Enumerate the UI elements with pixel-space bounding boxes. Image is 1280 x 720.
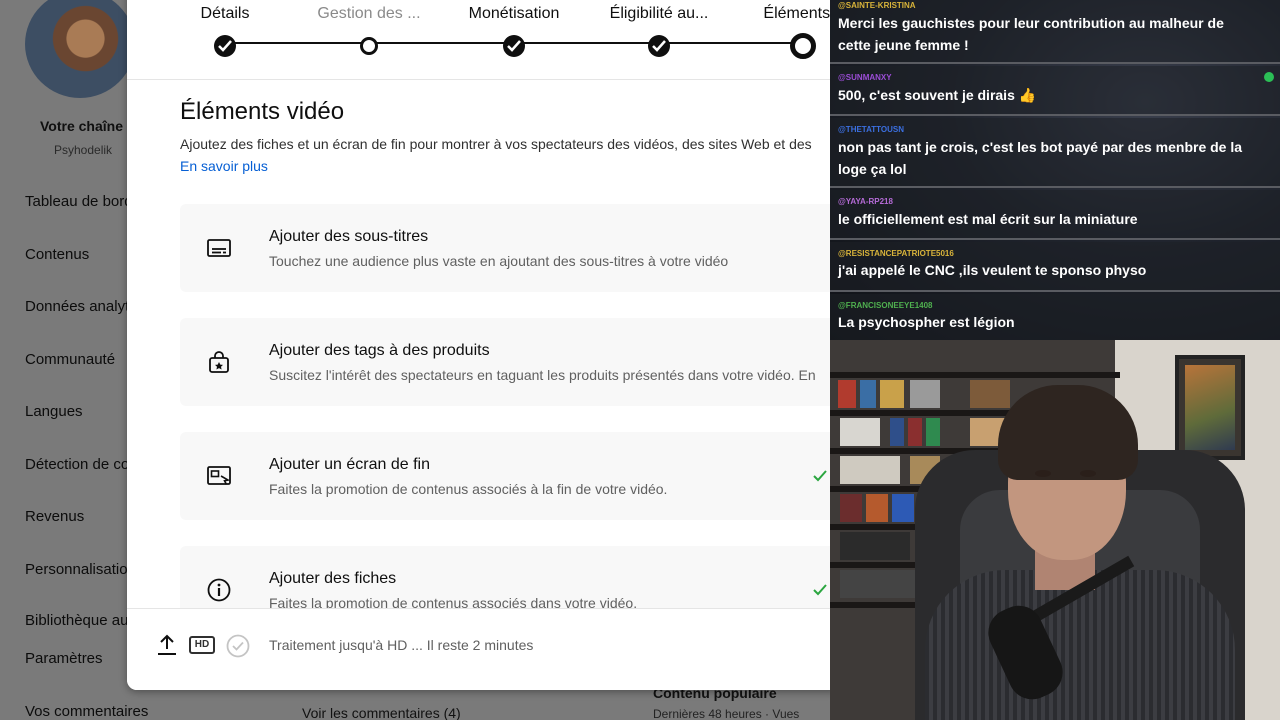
step-details[interactable]: Détails	[155, 5, 295, 57]
game-box	[880, 380, 904, 408]
console	[840, 418, 880, 446]
eye	[1080, 470, 1096, 477]
view-comments-link[interactable]: Voir les commentaires (4)	[302, 705, 461, 720]
step-done-check-icon	[214, 35, 236, 57]
info-icon	[207, 578, 231, 602]
sidebar-item-customization[interactable]: Personnalisation	[25, 561, 136, 578]
card-subtitle: Suscitez l'intérêt des spectateurs en ta…	[269, 367, 816, 383]
chat-text: 500, c'est souvent je dirais 👍	[838, 87, 1037, 103]
webcam-feed	[830, 340, 1280, 720]
chat-text: j'ai appelé le CNC ,ils veulent te spons…	[838, 262, 1147, 278]
card-subtitle: Touchez une audience plus vaste en ajout…	[269, 253, 729, 269]
chat-username: @THETATTOUSN	[838, 125, 905, 134]
upload-stepper: Détails Gestion des ... Monétisation Éli…	[127, 0, 837, 80]
game-box	[926, 418, 940, 446]
shopping-bag-icon	[209, 351, 229, 373]
section-title: Éléments vidéo	[180, 98, 345, 125]
sidebar-item-languages[interactable]: Langues	[25, 403, 83, 420]
chat-message: @THETATTOUSN non pas tant je crois, c'es…	[830, 118, 1280, 188]
step-label: Gestion des ...	[317, 5, 421, 22]
screen: Votre chaîne Psyhodelik Tableau de bord …	[0, 0, 1280, 720]
completed-check-icon	[813, 584, 827, 596]
step-done-check-icon	[503, 35, 525, 57]
upload-dialog: Détails Gestion des ... Monétisation Éli…	[127, 0, 837, 690]
dialog-footer: HD Traitement jusqu'à HD ... Il reste 2 …	[127, 608, 837, 690]
console	[840, 570, 920, 598]
subtitles-icon	[207, 239, 231, 257]
console	[840, 532, 910, 560]
chat-text: La psychospher est légion	[838, 314, 1015, 330]
chat-username: @RESISTANCEPATRIOTE5016	[838, 249, 954, 258]
sidebar-item-content[interactable]: Contenus	[25, 246, 89, 263]
chat-username: @FRANCISONEEYE1408	[838, 301, 933, 310]
card-title: Ajouter des fiches	[269, 570, 397, 587]
card-title: Ajouter des sous-titres	[269, 228, 429, 245]
chat-message: @SAINTE-KRISTINA Merci les gauchistes po…	[830, 0, 1280, 64]
shelf	[830, 372, 1120, 378]
card-title: Ajouter un écran de fin	[269, 456, 430, 473]
section-description: Ajoutez des fiches et un écran de fin po…	[180, 136, 812, 152]
add-subtitles-card[interactable]: Ajouter des sous-titres Touchez une audi…	[180, 204, 837, 292]
chat-message: @RESISTANCEPATRIOTE5016 j'ai appelé le C…	[830, 242, 1280, 292]
chat-text: Merci les gauchistes pour leur contribut…	[838, 15, 1224, 53]
step-monetization[interactable]: Monétisation	[444, 5, 584, 57]
chat-message: @YAYA-RP218 le officiellement est mal éc…	[830, 190, 1280, 240]
chat-text: le officiellement est mal écrit sur la m…	[838, 211, 1138, 227]
sidebar-item-feedback[interactable]: Vos commentaires	[25, 703, 148, 720]
game-box	[840, 494, 862, 522]
hd-badge-icon[interactable]: HD	[189, 636, 215, 654]
game-box	[890, 418, 904, 446]
chat-username: @SUNMANXY	[838, 73, 892, 82]
step-current-circle-icon	[790, 33, 816, 59]
step-rights-management[interactable]: Gestion des ...	[299, 5, 439, 55]
game-box	[860, 380, 876, 408]
channel-name: Votre chaîne	[40, 118, 123, 134]
step-label: Monétisation	[468, 5, 560, 22]
chat-message: @SUNMANXY 500, c'est souvent je dirais 👍	[830, 66, 1280, 116]
end-screen-icon	[207, 466, 231, 485]
step-done-check-icon	[648, 35, 670, 57]
step-label: Éligibilité au...	[609, 5, 709, 22]
channel-handle: Psyhodelik	[54, 143, 113, 157]
processing-status: Traitement jusqu'à HD ... Il reste 2 min…	[269, 637, 534, 653]
step-video-elements[interactable]: Éléments v	[733, 5, 837, 59]
console	[840, 456, 900, 484]
chat-username: @SAINTE-KRISTINA	[838, 1, 916, 10]
streamer-hair	[998, 385, 1138, 480]
game-box	[892, 494, 914, 522]
sidebar-item-dashboard[interactable]: Tableau de bord	[25, 193, 133, 210]
add-product-tags-card[interactable]: Ajouter des tags à des produits Suscitez…	[180, 318, 837, 406]
wall-painting	[1175, 355, 1245, 460]
learn-more-link[interactable]: En savoir plus	[180, 158, 268, 174]
sidebar-item-community[interactable]: Communauté	[25, 351, 115, 368]
popular-content-subtitle: Dernières 48 heures · Vues	[653, 707, 800, 720]
checks-circle-icon[interactable]	[226, 634, 250, 658]
upload-icon[interactable]	[157, 634, 177, 656]
game-box	[866, 494, 888, 522]
chat-message: @FRANCISONEEYE1408 La psychospher est lé…	[830, 294, 1280, 340]
card-title: Ajouter des tags à des produits	[269, 342, 490, 359]
channel-avatar[interactable]	[25, 0, 135, 98]
completed-check-icon	[813, 470, 827, 482]
eye	[1035, 470, 1051, 477]
chat-username: @YAYA-RP218	[838, 197, 893, 206]
game-box	[838, 380, 856, 408]
step-label: Détails	[200, 5, 250, 22]
stream-chat-overlay: @SAINTE-KRISTINA Merci les gauchistes po…	[830, 0, 1280, 340]
add-end-screen-card[interactable]: Ajouter un écran de fin Faites la promot…	[180, 432, 837, 520]
status-dot-icon	[1264, 72, 1274, 82]
step-pending-circle-icon	[360, 37, 378, 55]
step-eligibility[interactable]: Éligibilité au...	[589, 5, 729, 57]
sidebar-item-earn[interactable]: Revenus	[25, 508, 84, 525]
step-label: Éléments v	[763, 5, 837, 22]
console	[910, 380, 940, 408]
collectible	[970, 380, 1010, 408]
game-box	[908, 418, 922, 446]
card-subtitle: Faites la promotion de contenus associés…	[269, 481, 668, 497]
sidebar-item-settings[interactable]: Paramètres	[25, 650, 103, 667]
chat-text: non pas tant je crois, c'est les bot pay…	[838, 139, 1243, 177]
